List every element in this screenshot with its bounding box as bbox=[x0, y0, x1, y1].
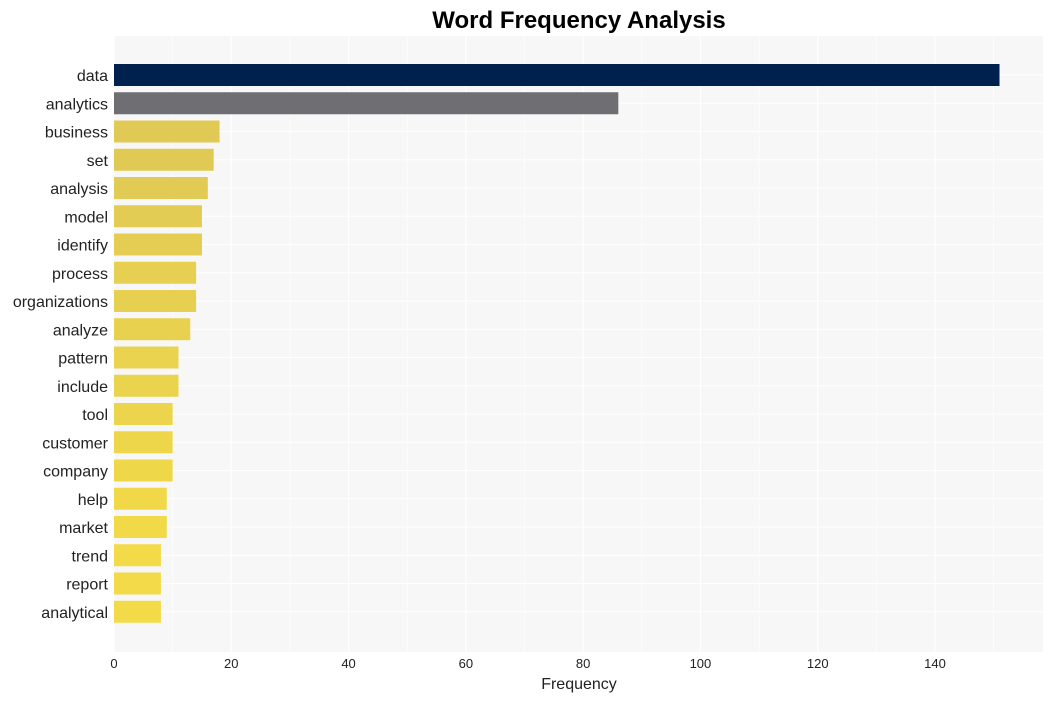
bar-business bbox=[114, 120, 220, 143]
bar-analytical bbox=[114, 600, 161, 623]
x-tick-label: 140 bbox=[924, 656, 946, 671]
y-tick-label: include bbox=[57, 379, 108, 396]
x-axis-ticks: 0 20 40 60 80 100 120 140 bbox=[110, 656, 945, 671]
y-tick-label: set bbox=[87, 153, 109, 170]
y-tick-label: trend bbox=[72, 548, 108, 565]
y-tick-label: data bbox=[77, 68, 108, 85]
bar-process bbox=[114, 261, 197, 284]
y-tick-label: tool bbox=[82, 407, 108, 424]
x-tick-label: 120 bbox=[807, 656, 829, 671]
y-tick-label: model bbox=[64, 209, 108, 226]
bar-analyze bbox=[114, 318, 191, 341]
bar-set bbox=[114, 148, 214, 171]
x-axis-label: Frequency bbox=[541, 676, 617, 693]
bar-organizations bbox=[114, 290, 197, 312]
y-tick-label: company bbox=[43, 464, 108, 481]
y-axis-labels: data analytics business set analysis model ide… bbox=[13, 68, 109, 622]
y-tick-label: analytics bbox=[46, 96, 108, 113]
bar-analytics bbox=[114, 92, 619, 115]
plot-background bbox=[114, 36, 1043, 652]
x-tick-label: 60 bbox=[459, 656, 473, 671]
bar-model bbox=[114, 205, 202, 228]
x-tick-label: 100 bbox=[690, 656, 712, 671]
word-frequency-chart: data analytics business set analysis model ide… bbox=[13, 7, 1043, 693]
y-tick-label: business bbox=[45, 125, 108, 142]
x-tick-label: 40 bbox=[341, 656, 355, 671]
bar-analysis bbox=[114, 177, 208, 199]
y-tick-label: analyze bbox=[53, 322, 108, 339]
bar-market bbox=[114, 516, 167, 538]
y-tick-label: analysis bbox=[50, 181, 108, 198]
bar-trend bbox=[114, 544, 161, 567]
chart-title: Word Frequency Analysis bbox=[432, 7, 725, 34]
bar-report bbox=[114, 572, 161, 595]
bar-company bbox=[114, 459, 173, 482]
bar-help bbox=[114, 487, 167, 510]
bar-include bbox=[114, 374, 179, 397]
bar-data bbox=[114, 64, 1000, 86]
bar-customer bbox=[114, 431, 173, 454]
x-tick-label: 80 bbox=[576, 656, 590, 671]
y-tick-label: market bbox=[59, 520, 108, 537]
y-tick-label: organizations bbox=[13, 294, 108, 311]
y-tick-label: pattern bbox=[58, 351, 108, 368]
x-tick-label: 20 bbox=[224, 656, 238, 671]
y-tick-label: analytical bbox=[41, 605, 108, 622]
y-tick-label: identify bbox=[57, 238, 108, 255]
x-tick-label: 0 bbox=[110, 656, 117, 671]
y-tick-label: customer bbox=[42, 435, 108, 452]
y-tick-label: report bbox=[66, 577, 108, 594]
bar-tool bbox=[114, 403, 173, 425]
bar-pattern bbox=[114, 346, 179, 369]
y-tick-label: help bbox=[78, 492, 108, 509]
bar-identify bbox=[114, 233, 202, 256]
y-tick-label: process bbox=[52, 266, 108, 283]
